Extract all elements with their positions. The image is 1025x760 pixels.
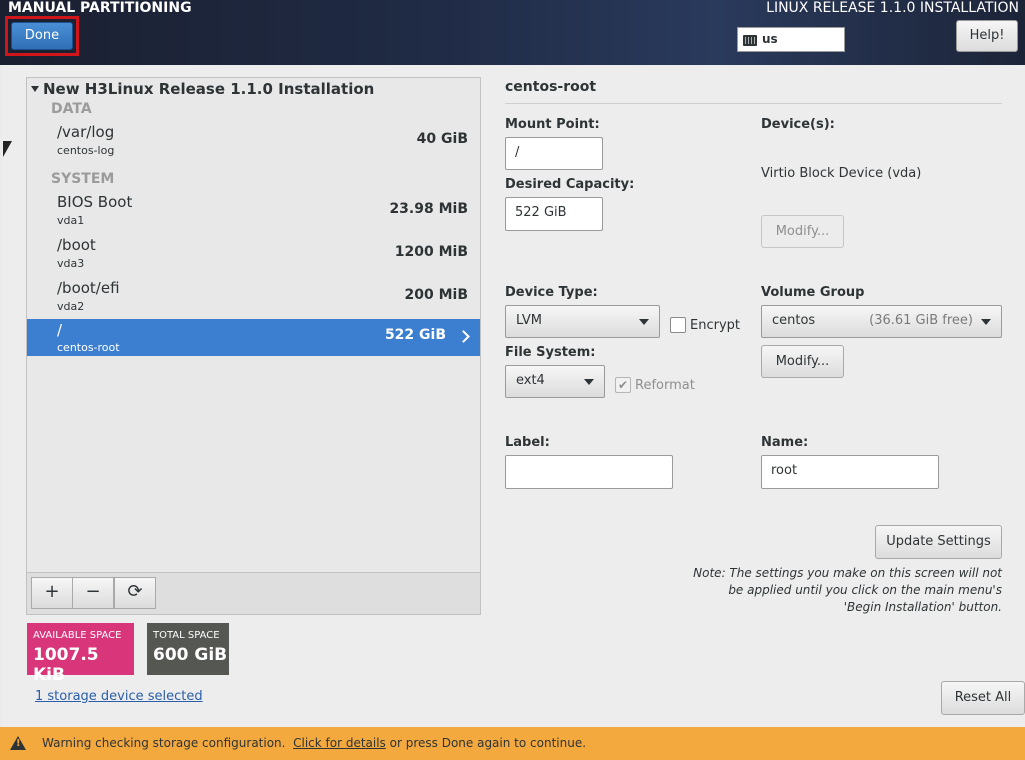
storage-device-link[interactable]: 1 storage device selected <box>35 689 203 704</box>
partition-size: 40 GiB <box>416 131 468 147</box>
group-label-system: SYSTEM <box>51 171 115 187</box>
total-space-value: 600 GiB <box>153 645 228 665</box>
update-settings-button[interactable]: Update Settings <box>875 525 1002 559</box>
partition-device: centos-log <box>57 144 115 157</box>
mount-point-label: Mount Point: <box>505 117 600 132</box>
keyboard-layout-indicator[interactable]: us <box>737 27 845 52</box>
add-partition-button[interactable]: + <box>31 577 73 609</box>
partition-mount: BIOS Boot <box>57 193 133 211</box>
volume-group-free: (36.61 GiB free) <box>869 313 973 328</box>
partition-row-bios-boot[interactable]: BIOS Boot vda1 23.98 MiB <box>27 193 480 230</box>
mount-point-input[interactable]: / <box>505 137 603 170</box>
installation-title[interactable]: New H3Linux Release 1.1.0 Installation <box>43 80 374 98</box>
remove-partition-button[interactable]: − <box>72 577 114 609</box>
modify-volume-group-button[interactable]: Modify... <box>761 345 844 378</box>
total-space-box: TOTAL SPACE 600 GiB <box>147 623 229 675</box>
available-space-value: 1007.5 KiB <box>33 645 99 685</box>
reset-all-button[interactable]: Reset All <box>941 681 1025 715</box>
partition-size: 200 MiB <box>404 287 469 303</box>
partition-size: 522 GiB <box>384 327 446 343</box>
partition-mount: /boot/efi <box>57 279 120 297</box>
label-field-label: Label: <box>505 435 550 450</box>
keyboard-layout-label: us <box>762 32 778 46</box>
group-label-data: DATA <box>51 101 92 117</box>
volume-group-value: centos <box>772 313 816 328</box>
encrypt-checkbox[interactable] <box>670 317 686 333</box>
available-space-box: AVAILABLE SPACE 1007.5 KiB <box>27 623 134 685</box>
keyboard-icon <box>743 35 757 46</box>
partition-device: vda2 <box>57 300 85 313</box>
chevron-right-icon <box>457 330 470 343</box>
expander-triangle-icon[interactable] <box>31 86 39 92</box>
name-label: Name: <box>761 435 809 450</box>
partition-mount: /var/log <box>57 123 115 141</box>
available-space-label: AVAILABLE SPACE <box>33 630 122 641</box>
partition-size: 23.98 MiB <box>389 201 468 217</box>
release-title: LINUX RELEASE 1.1.0 INSTALLATION <box>766 0 1019 16</box>
desired-capacity-label: Desired Capacity: <box>505 177 635 192</box>
partition-row-boot[interactable]: /boot vda3 1200 MiB <box>27 236 480 273</box>
refresh-button[interactable]: ⟳ <box>114 577 156 609</box>
device-type-value: LVM <box>516 313 542 328</box>
partition-mount: /boot <box>57 236 96 254</box>
header-bar: MANUAL PARTITIONING LINUX RELEASE 1.1.0 … <box>0 0 1025 65</box>
partition-row-var-log[interactable]: /var/log centos-log 40 GiB <box>27 123 480 160</box>
partition-row-boot-efi[interactable]: /boot/efi vda2 200 MiB <box>27 279 480 316</box>
reformat-checkbox[interactable]: ✔ <box>615 377 631 393</box>
warning-bar: Warning checking storage configuration. … <box>0 727 1025 760</box>
filesystem-value: ext4 <box>516 373 545 388</box>
partition-row-root-selected[interactable]: / centos-root 522 GiB <box>27 319 480 356</box>
reformat-label: Reformat <box>635 378 695 393</box>
partition-device: centos-root <box>57 341 120 354</box>
warning-icon <box>10 736 26 750</box>
devices-label: Device(s): <box>761 117 835 132</box>
warning-text: Warning checking storage configuration. <box>42 736 286 750</box>
chevron-down-icon <box>639 319 649 325</box>
device-title: centos-root <box>505 79 597 95</box>
device-type-select[interactable]: LVM <box>505 305 660 338</box>
done-highlight: Done <box>5 16 79 56</box>
chevron-down-icon <box>981 319 991 325</box>
total-space-label: TOTAL SPACE <box>153 630 220 641</box>
done-button[interactable]: Done <box>11 22 73 50</box>
settings-note: Note: The settings you make on this scre… <box>693 566 1002 614</box>
warning-message: Warning checking storage configuration. … <box>42 736 586 750</box>
warning-text-after: or press Done again to continue. <box>385 736 587 750</box>
name-input[interactable]: root <box>761 455 939 489</box>
filesystem-select[interactable]: ext4 <box>505 365 605 398</box>
chevron-down-icon <box>584 379 594 385</box>
modify-devices-button[interactable]: Modify... <box>761 215 844 248</box>
filesystem-label: File System: <box>505 345 596 360</box>
help-button[interactable]: Help! <box>956 20 1018 52</box>
devices-value: Virtio Block Device (vda) <box>761 166 922 181</box>
partition-device: vda1 <box>57 214 85 227</box>
partition-size: 1200 MiB <box>394 244 468 260</box>
page-title: MANUAL PARTITIONING <box>8 0 192 16</box>
encrypt-label[interactable]: Encrypt <box>690 318 740 333</box>
partition-device: vda3 <box>57 257 85 270</box>
volume-group-label: Volume Group <box>761 285 865 300</box>
warning-details-link[interactable]: Click for details <box>293 736 386 750</box>
partition-mount: / <box>57 321 63 339</box>
label-input[interactable] <box>505 455 673 489</box>
device-type-label: Device Type: <box>505 285 598 300</box>
desired-capacity-input[interactable]: 522 GiB <box>505 197 603 231</box>
mouse-cursor-icon <box>3 141 12 157</box>
separator <box>505 103 1002 104</box>
volume-group-select[interactable]: centos (36.61 GiB free) <box>761 305 1002 338</box>
